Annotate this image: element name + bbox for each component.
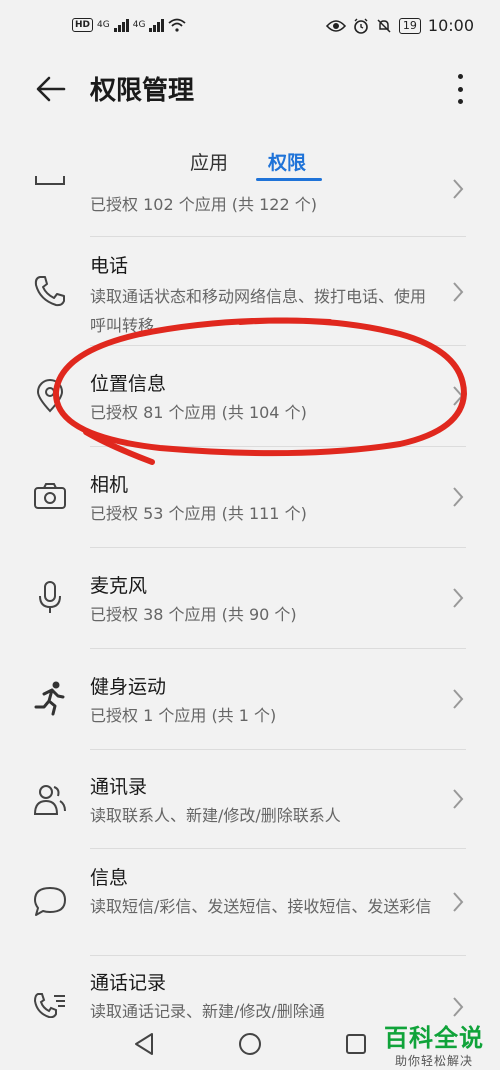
signal-icon (113, 18, 129, 32)
microphone-icon (39, 581, 61, 613)
message-icon (34, 887, 66, 916)
call-log-icon (33, 993, 65, 1018)
permission-desc: 已授权 53 个应用 (共 111 个) (90, 504, 307, 523)
status-right: 19 10:00 (325, 16, 474, 35)
alarm-icon (354, 18, 368, 34)
list-item-messages[interactable]: 信息 读取短信/彩信、发送短信、接收短信、发送彩信 (0, 849, 500, 955)
app-bar: 权限管理 (0, 56, 500, 126)
chevron-right-icon (453, 997, 464, 1017)
permission-name: 通讯录 (90, 776, 148, 798)
mute-bell-icon (377, 18, 391, 33)
permission-desc: 读取短信/彩信、发送短信、接收短信、发送彩信 (90, 897, 432, 916)
camera-icon (34, 483, 66, 509)
list-item-phone[interactable]: 电话 读取通话状态和移动网络信息、拨打电话、使用呼叫转移 (0, 237, 500, 345)
permission-desc: 读取通话状态和移动网络信息、拨打电话、使用呼叫转移 (90, 287, 427, 335)
chevron-right-icon (453, 282, 464, 302)
permission-desc: 已授权 38 个应用 (共 90 个) (90, 605, 297, 624)
status-bar: HD 4G 4G 19 10:00 (0, 0, 500, 56)
chevron-right-icon (453, 179, 464, 199)
tab-apps[interactable]: 应用 (190, 148, 228, 175)
contacts-icon (33, 785, 66, 815)
chevron-right-icon (453, 386, 464, 406)
permission-name: 通话记录 (90, 972, 167, 994)
status-left: HD 4G 4G (72, 18, 187, 32)
permission-desc: 已授权 81 个应用 (共 104 个) (90, 403, 307, 422)
nav-back-icon[interactable] (130, 1030, 158, 1058)
network-type-2: 4G (132, 20, 146, 30)
network-type-1: 4G (97, 20, 110, 30)
permission-list: 已授权 102 个应用 (共 122 个) 电话 读取通话状态和移动网络信息、拨… (0, 176, 500, 1018)
permission-desc: 已授权 102 个应用 (共 122 个) (90, 195, 317, 214)
permission-name: 位置信息 (90, 373, 167, 395)
list-item-location[interactable]: 位置信息 已授权 81 个应用 (共 104 个) (0, 346, 500, 446)
permission-name: 相机 (90, 474, 129, 496)
list-item-microphone[interactable]: 麦克风 已授权 38 个应用 (共 90 个) (0, 548, 500, 648)
permission-name: 麦克风 (90, 575, 148, 597)
watermark-title: 百科全说 (384, 1024, 484, 1052)
back-arrow-icon[interactable] (34, 72, 68, 106)
storage-icon (35, 176, 65, 185)
page-title: 权限管理 (90, 76, 195, 106)
permission-desc: 已授权 1 个应用 (共 1 个) (90, 706, 277, 725)
signal-icon (149, 18, 165, 32)
list-item-contacts[interactable]: 通讯录 读取联系人、新建/修改/删除联系人 (0, 750, 500, 848)
tab-permissions[interactable]: 权限 (268, 148, 306, 175)
list-item-call-log[interactable]: 通话记录 读取通话记录、新建/修改/删除通 (0, 956, 500, 1018)
nav-home-icon[interactable] (236, 1030, 264, 1058)
running-icon (34, 681, 65, 716)
permission-desc: 读取联系人、新建/修改/删除联系人 (90, 806, 341, 825)
list-item-fitness[interactable]: 健身运动 已授权 1 个应用 (共 1 个) (0, 649, 500, 749)
battery-icon: 19 (398, 17, 421, 34)
list-item-camera[interactable]: 相机 已授权 53 个应用 (共 111 个) (0, 447, 500, 547)
hd-icon: HD (72, 18, 94, 32)
phone-icon (34, 276, 65, 307)
nav-recents-icon[interactable] (342, 1030, 370, 1058)
permission-name: 健身运动 (90, 676, 167, 698)
chevron-right-icon (453, 789, 464, 809)
permission-name: 电话 (90, 255, 129, 277)
permission-name: 信息 (90, 867, 129, 889)
watermark: 百科全说 助你轻松解决 (384, 1024, 484, 1069)
chevron-right-icon (453, 588, 464, 608)
more-vertical-icon[interactable] (450, 72, 470, 106)
status-time: 10:00 (427, 16, 474, 35)
location-icon (36, 379, 64, 413)
list-item-storage[interactable]: 已授权 102 个应用 (共 122 个) (0, 176, 500, 236)
permission-desc: 读取通话记录、新建/修改/删除通 (90, 1002, 325, 1018)
wifi-icon (168, 18, 187, 32)
chevron-right-icon (453, 892, 464, 912)
navigation-bar: 百科全说 助你轻松解决 (0, 1018, 500, 1070)
chevron-right-icon (453, 487, 464, 507)
eye-icon (325, 19, 346, 32)
chevron-right-icon (453, 689, 464, 709)
watermark-subtitle: 助你轻松解决 (394, 1054, 473, 1068)
